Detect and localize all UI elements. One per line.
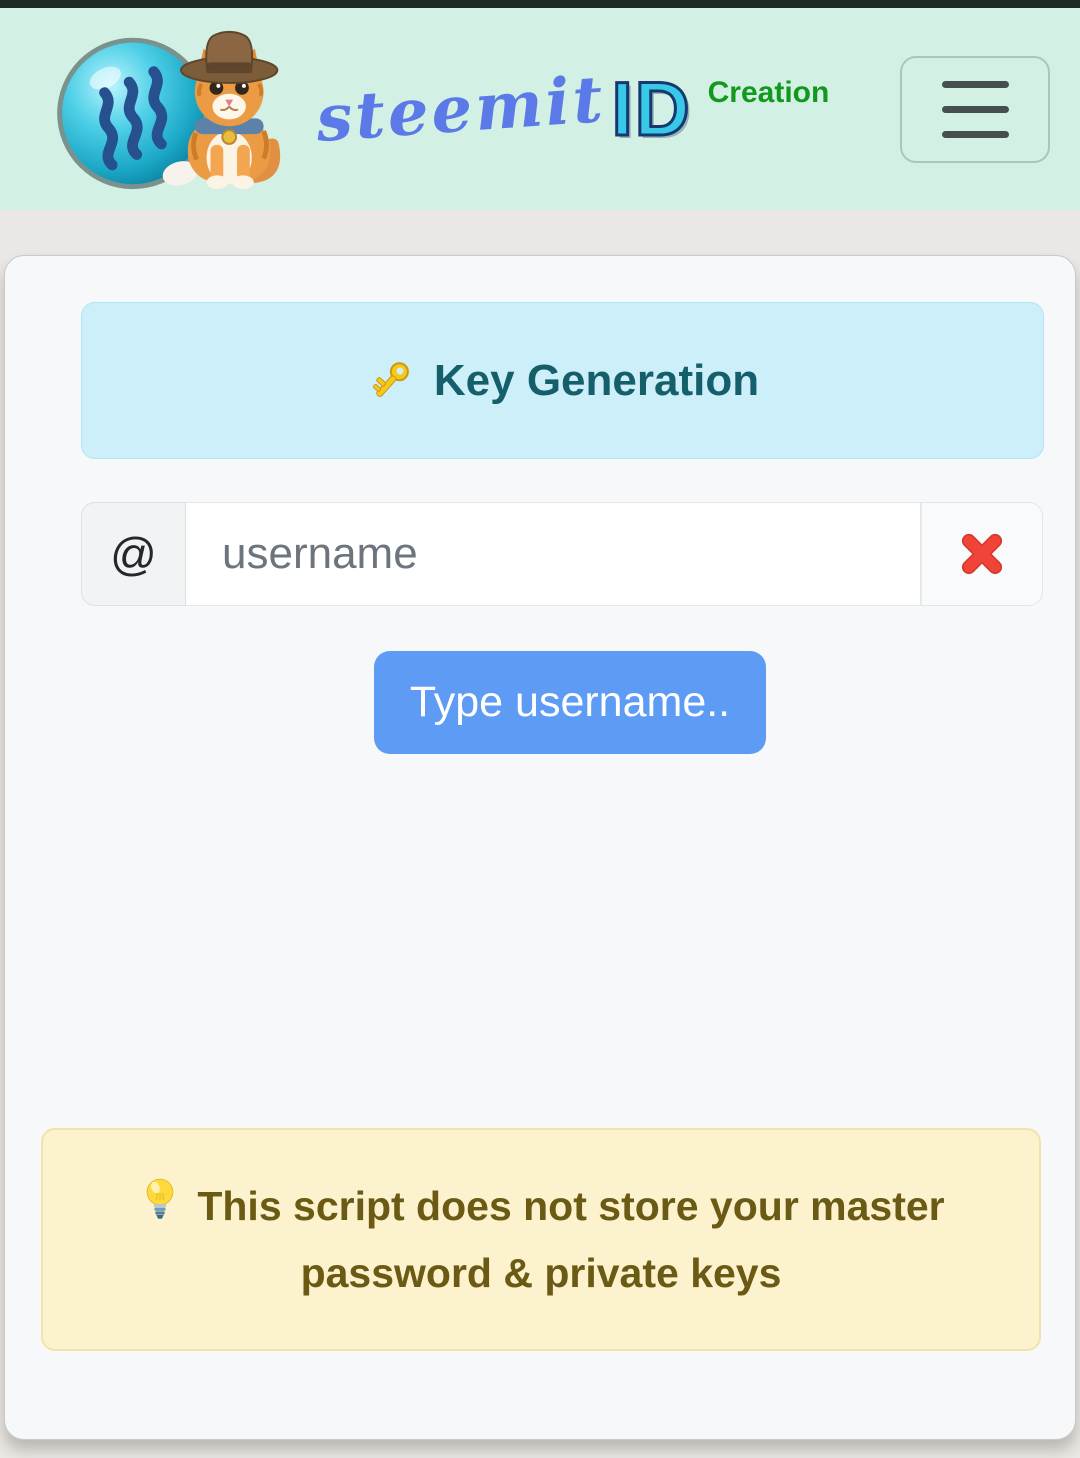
key-icon [372,361,409,397]
key-generation-panel: Key Generation [81,302,1044,459]
type-username-button[interactable]: Type username.. [374,651,766,754]
red-cross-icon [961,533,1003,575]
status-bar [0,0,1080,8]
light-bulb-icon [147,1178,174,1219]
app-header: steemit ID Creation [0,8,1080,210]
menu-button[interactable] [900,55,1050,163]
username-input-group: @ [81,502,1043,606]
brand-suffix-text: Creation [707,76,830,109]
steemit-logo [34,23,330,200]
brand-id-text: ID [610,65,692,153]
steemit-cat-cowboy-logo-icon [57,30,281,189]
brand-script-text: steemit [313,61,608,157]
notice-content: This script does not store your master p… [89,1173,994,1307]
brand-title: steemit ID Creation [314,61,830,156]
at-prefix: @ [81,502,186,606]
notice-text: This script does not store your master p… [197,1182,945,1296]
panel-title: Key Generation [433,355,760,405]
hamburger-icon [941,80,1009,88]
username-input[interactable] [186,502,921,606]
clear-username-button[interactable] [921,502,1043,606]
notice-box: This script does not store your master p… [41,1128,1041,1351]
main-card: Key Generation @ Type username.. [4,255,1076,1440]
